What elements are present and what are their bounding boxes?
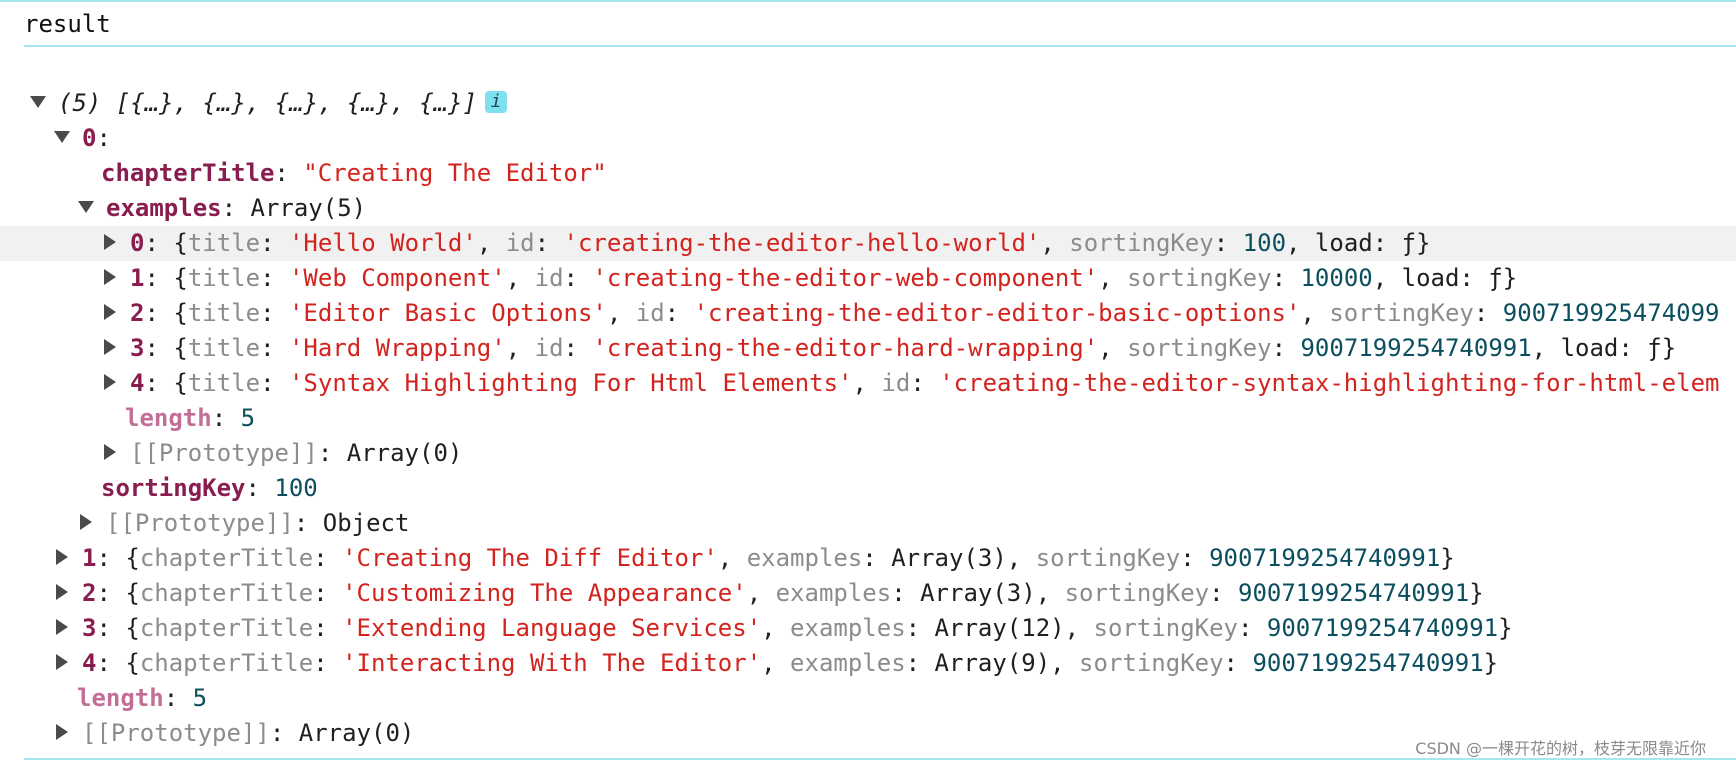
property-value: Array(5) — [250, 194, 367, 222]
result-label: result — [24, 10, 111, 38]
item-index: 4 — [130, 369, 145, 397]
item-index: 3 — [82, 614, 97, 642]
triangle-right-icon[interactable] — [56, 654, 68, 670]
item-index: 0 — [82, 124, 97, 152]
tree-row-example-4[interactable]: 4: {title: 'Syntax Highlighting For Html… — [0, 366, 1736, 401]
item-index: 2 — [130, 299, 145, 327]
triangle-right-icon[interactable] — [104, 374, 116, 390]
sorting-key-value: 9007199254740991 — [1266, 614, 1499, 642]
tree-row-item-4[interactable]: 4: {chapterTitle: 'Interacting With The … — [0, 646, 1736, 681]
tree-row-item-1[interactable]: 1: {chapterTitle: 'Creating The Diff Edi… — [0, 541, 1736, 576]
tree-row-example-3[interactable]: 3: {title: 'Hard Wrapping', id: 'creatin… — [0, 331, 1736, 366]
property-key: [[Prototype]] — [130, 439, 318, 467]
property-key: [[Prototype]] — [106, 509, 294, 537]
sorting-key-value: 9007199254740991 — [1252, 649, 1484, 677]
root-preview: (5) [{…}, {…}, {…}, {…}, {…}] — [58, 89, 478, 117]
id-value: 'creating-the-editor-editor-basic-option… — [693, 299, 1301, 327]
sorting-key-value: 9007199254740991 — [1238, 579, 1470, 607]
triangle-right-icon[interactable] — [104, 269, 116, 285]
tree-row-sorting-key: sortingKey: 100 — [101, 474, 318, 502]
tree-row-item-0[interactable]: 0: — [0, 121, 1736, 156]
title-value: 'Editor Basic Options' — [288, 299, 607, 327]
item-index: 2 — [82, 579, 97, 607]
id-value: 'creating-the-editor-hello-world' — [563, 229, 1041, 257]
info-icon[interactable]: i — [485, 91, 508, 113]
triangle-right-icon[interactable] — [104, 339, 116, 355]
property-key: length — [77, 684, 164, 712]
property-value: 5 — [240, 404, 256, 432]
property-key: chapterTitle — [101, 159, 275, 187]
triangle-down-icon[interactable] — [78, 201, 94, 213]
sorting-key-value: 9007199254740991 — [1300, 334, 1532, 362]
property-value: "Creating The Editor" — [303, 159, 607, 187]
row-tail: , load: ƒ} — [1286, 229, 1431, 257]
tree-row-example-2[interactable]: 2: {title: 'Editor Basic Options', id: '… — [0, 296, 1736, 331]
sorting-key-value: 100 — [1242, 229, 1287, 257]
tree-row-examples[interactable]: examples: Array(5) — [0, 191, 1736, 226]
property-key: [[Prototype]] — [82, 719, 270, 747]
tree-row-examples-length: length: 5 — [125, 404, 256, 432]
property-key: examples — [106, 194, 222, 222]
item-index: 1 — [130, 264, 145, 292]
id-value: 'creating-the-editor-syntax-highlighting… — [939, 369, 1720, 397]
property-key: length — [125, 404, 212, 432]
top-divider — [0, 0, 1736, 2]
tree-row-item-3[interactable]: 3: {chapterTitle: 'Extending Language Se… — [0, 611, 1736, 646]
sorting-key-value: 10000 — [1300, 264, 1373, 292]
property-value: Array(0) — [298, 719, 415, 747]
examples-value: Array(3) — [891, 544, 1007, 572]
item-index: 3 — [130, 334, 145, 362]
property-value: Array(0) — [346, 439, 463, 467]
row-tail: , load: ƒ} — [1372, 264, 1518, 292]
triangle-right-icon[interactable] — [56, 584, 68, 600]
tree-row-example-1[interactable]: 1: {title: 'Web Component', id: 'creatin… — [0, 261, 1736, 296]
watermark: CSDN @一棵开花的树，枝芽无限靠近你 — [1415, 739, 1706, 758]
tree-row-root[interactable]: (5) [{…}, {…}, {…}, {…}, {…}] i — [0, 86, 1736, 121]
header-divider — [24, 45, 1736, 47]
examples-value: Array(3) — [920, 579, 1036, 607]
title-value: 'Hello World' — [288, 229, 477, 257]
triangle-right-icon[interactable] — [104, 444, 116, 460]
object-tree: (5) [{…}, {…}, {…}, {…}, {…}] i 0: chapte… — [0, 86, 1736, 751]
property-value: 100 — [274, 474, 318, 502]
examples-value: Array(12) — [934, 614, 1065, 642]
triangle-right-icon[interactable] — [56, 549, 68, 565]
triangle-right-icon[interactable] — [56, 724, 68, 740]
tree-row-example-0[interactable]: 0: {title: 'Hello World', id: 'creating-… — [0, 226, 1736, 261]
row-tail: , load: ƒ} — [1531, 334, 1677, 362]
item-index: 1 — [82, 544, 97, 572]
examples-value: Array(9) — [934, 649, 1051, 677]
item-index: 0 — [130, 229, 145, 257]
triangle-down-icon[interactable] — [30, 96, 46, 108]
triangle-right-icon[interactable] — [80, 514, 92, 530]
sorting-key-value: 9007199254740991 — [1209, 544, 1441, 572]
tree-row-root-length: length: 5 — [77, 684, 208, 712]
title-value: 'Web Component' — [288, 264, 506, 292]
tree-row-examples-prototype[interactable]: [[Prototype]]: Array(0) — [0, 436, 1736, 471]
property-key: sortingKey — [101, 474, 246, 502]
triangle-right-icon[interactable] — [104, 304, 116, 320]
chapter-title-value: 'Customizing The Appearance' — [342, 579, 747, 607]
item-index: 4 — [82, 649, 97, 677]
property-value: Object — [322, 509, 410, 537]
tree-row-chapter-title: chapterTitle: "Creating The Editor" — [101, 159, 607, 187]
tree-row-item0-prototype[interactable]: [[Prototype]]: Object — [0, 506, 1736, 541]
chapter-title-value: 'Extending Language Services' — [342, 614, 762, 642]
id-value: 'creating-the-editor-hard-wrapping' — [592, 334, 1099, 362]
id-value: 'creating-the-editor-web-component' — [592, 264, 1099, 292]
title-value: 'Hard Wrapping' — [288, 334, 506, 362]
sorting-key-value: 900719925474099 — [1502, 299, 1720, 327]
property-value: 5 — [192, 684, 208, 712]
triangle-right-icon[interactable] — [104, 234, 116, 250]
chapter-title-value: 'Interacting With The Editor' — [342, 649, 762, 677]
chapter-title-value: 'Creating The Diff Editor' — [342, 544, 718, 572]
tree-row-item-2[interactable]: 2: {chapterTitle: 'Customizing The Appea… — [0, 576, 1736, 611]
triangle-down-icon[interactable] — [54, 131, 70, 143]
triangle-right-icon[interactable] — [56, 619, 68, 635]
title-value: 'Syntax Highlighting For Html Elements' — [288, 369, 853, 397]
